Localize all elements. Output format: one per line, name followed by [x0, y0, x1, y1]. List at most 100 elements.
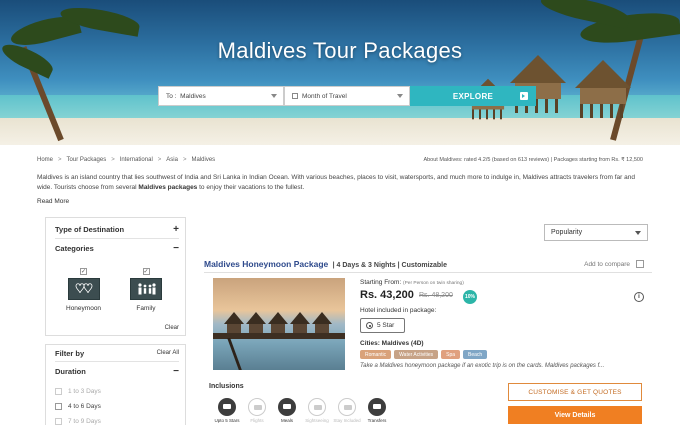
sort-select[interactable]: Popularity: [544, 224, 648, 241]
inclusion-hotel: Upto 5 Stars: [213, 398, 241, 423]
divider: [55, 361, 179, 362]
package-old-price: Rs. 48,200: [419, 292, 453, 299]
clear-all-button[interactable]: Clear All: [157, 350, 179, 356]
inclusion-sightseeing: Sightseeing: [303, 398, 331, 423]
search-bar: To : Maldives Month of Travel EXPLORE: [158, 86, 536, 106]
add-to-compare[interactable]: Add to compare: [584, 260, 644, 268]
package-card: Maldives Honeymoon Package | 4 Days & 3 …: [196, 250, 656, 425]
package-name: Maldives Honeymoon Package: [204, 259, 329, 269]
package-title[interactable]: Maldives Honeymoon Package | 4 Days & 3 …: [204, 259, 447, 269]
inclusion-label: Meals: [280, 418, 293, 423]
customise-get-quotes-button[interactable]: CUSTOMISE & GET QUOTES: [508, 383, 642, 401]
calendar-icon: [292, 93, 298, 99]
minus-icon: −: [173, 366, 179, 377]
water-villa: [575, 60, 631, 118]
inclusion-transfers: Transfers: [363, 398, 391, 423]
family-icon: [130, 278, 162, 300]
hotel-star-option[interactable]: 5 Star: [360, 318, 405, 333]
category-family[interactable]: ✓ Family: [130, 268, 162, 312]
breadcrumb: Home > Tour Packages > International > Asia…: [37, 157, 216, 163]
categories-label: Categories: [55, 244, 94, 253]
theme-tag: Beach: [463, 350, 488, 359]
checkbox[interactable]: [55, 418, 62, 425]
category-family-label: Family: [136, 305, 156, 312]
inclusion-label: Sightseeing: [305, 418, 329, 423]
category-filter-panel: Type of Destination + Categories − ✓ Hon…: [45, 217, 186, 336]
chevron-down-icon: [397, 94, 403, 98]
category-honeymoon[interactable]: ✓ Honeymoon: [66, 268, 101, 312]
explore-button[interactable]: EXPLORE: [410, 86, 536, 106]
checkbox[interactable]: [55, 388, 62, 395]
theme-tag: Romantic: [360, 350, 392, 359]
compare-checkbox[interactable]: [636, 260, 644, 268]
theme-tag: Water Activities: [394, 350, 439, 359]
inclusion-meals: Meals: [273, 398, 301, 423]
intro-part-1: Maldives is an island country that lies …: [37, 174, 635, 191]
inclusion-flights: Flights: [243, 398, 271, 423]
breadcrumb-tour-packages[interactable]: Tour Packages: [67, 157, 107, 163]
duration-label: Duration: [55, 367, 86, 376]
month-label: Month of Travel: [302, 92, 347, 100]
duration-option[interactable]: 4 to 6 Days: [55, 403, 101, 410]
per-person-note: (Per Person on twin sharing): [403, 281, 464, 286]
package-description: Take a Maldives honeymoon package if an …: [360, 363, 605, 369]
clear-categories-button[interactable]: Clear: [165, 325, 179, 331]
rating-summary: About Maldives: rated 4.2/5 (based on 61…: [423, 157, 643, 163]
divider: [204, 272, 652, 273]
duration-toggle[interactable]: Duration −: [55, 366, 179, 377]
destination-value: Maldives: [180, 92, 206, 100]
arrow-right-icon: [520, 92, 528, 100]
inclusions-title: Inclusions: [209, 383, 244, 390]
info-icon[interactable]: i: [634, 292, 644, 302]
sightseeing-icon: [308, 398, 326, 416]
hero-sand: [0, 118, 680, 145]
breadcrumb-international[interactable]: International: [120, 157, 153, 163]
duration-option-label: 7 to 9 Days: [68, 418, 101, 425]
destination-label: To :: [166, 92, 177, 100]
theme-tag: Spa: [441, 350, 461, 359]
package-image[interactable]: [213, 278, 345, 370]
flight-icon: [248, 398, 266, 416]
hero-banner: Maldives Tour Packages To : Maldives Mon…: [0, 0, 680, 145]
checkbox-checked[interactable]: ✓: [142, 268, 150, 275]
intro-bold: Maldives packages: [138, 184, 198, 191]
type-of-destination-toggle[interactable]: Type of Destination +: [55, 224, 179, 235]
breadcrumb-home[interactable]: Home: [37, 157, 53, 163]
inclusion-label: Flights: [250, 418, 264, 423]
breadcrumb-maldives: Maldives: [191, 157, 216, 163]
destination-select[interactable]: To : Maldives: [158, 86, 284, 106]
discount-badge: 10%: [463, 290, 477, 304]
read-more-link[interactable]: Read More: [37, 198, 69, 205]
categories-toggle[interactable]: Categories −: [55, 243, 179, 254]
explore-label: EXPLORE: [452, 91, 494, 101]
checkbox-checked[interactable]: ✓: [80, 268, 88, 275]
sort-selected-value: Popularity: [551, 229, 583, 236]
intro-part-2: to enjoy their vacations to the fullest.: [197, 184, 305, 191]
inclusion-label: Transfers: [367, 418, 387, 423]
theme-tags: Romantic Water Activities Spa Beach: [360, 350, 488, 359]
starting-from-label: Starting From:: [360, 279, 402, 286]
stay-icon: [338, 398, 356, 416]
view-details-button[interactable]: View Details: [508, 406, 642, 424]
car-icon: [368, 398, 386, 416]
category-honeymoon-label: Honeymoon: [66, 305, 102, 312]
package-price: Rs. 43,200: [360, 289, 414, 301]
inclusion-label: Upto 5 Stars: [214, 418, 240, 423]
add-to-compare-label: Add to compare: [584, 260, 630, 268]
page-title: Maldives Tour Packages: [217, 38, 463, 63]
package-meta: | 4 Days & 3 Nights | Customizable: [332, 262, 448, 269]
duration-option[interactable]: 1 to 3 Days: [55, 388, 101, 395]
checkbox[interactable]: [55, 403, 62, 410]
package-cities: Cities: Maldives (4D): [360, 340, 424, 347]
honeymoon-icon: [67, 278, 100, 300]
filter-by-label: Filter by: [55, 349, 85, 358]
breadcrumb-asia[interactable]: Asia: [166, 157, 178, 163]
month-select[interactable]: Month of Travel: [284, 86, 410, 106]
hotel-star-label: 5 Star: [377, 322, 395, 329]
duration-option-label: 1 to 3 Days: [68, 388, 101, 395]
duration-option[interactable]: 7 to 9 Days: [55, 418, 101, 425]
chevron-down-icon: [635, 231, 641, 235]
intro-text: Maldives is an island country that lies …: [37, 173, 647, 193]
hotel-label: Hotel included in package:: [360, 307, 437, 314]
chevron-down-icon: [271, 94, 277, 98]
